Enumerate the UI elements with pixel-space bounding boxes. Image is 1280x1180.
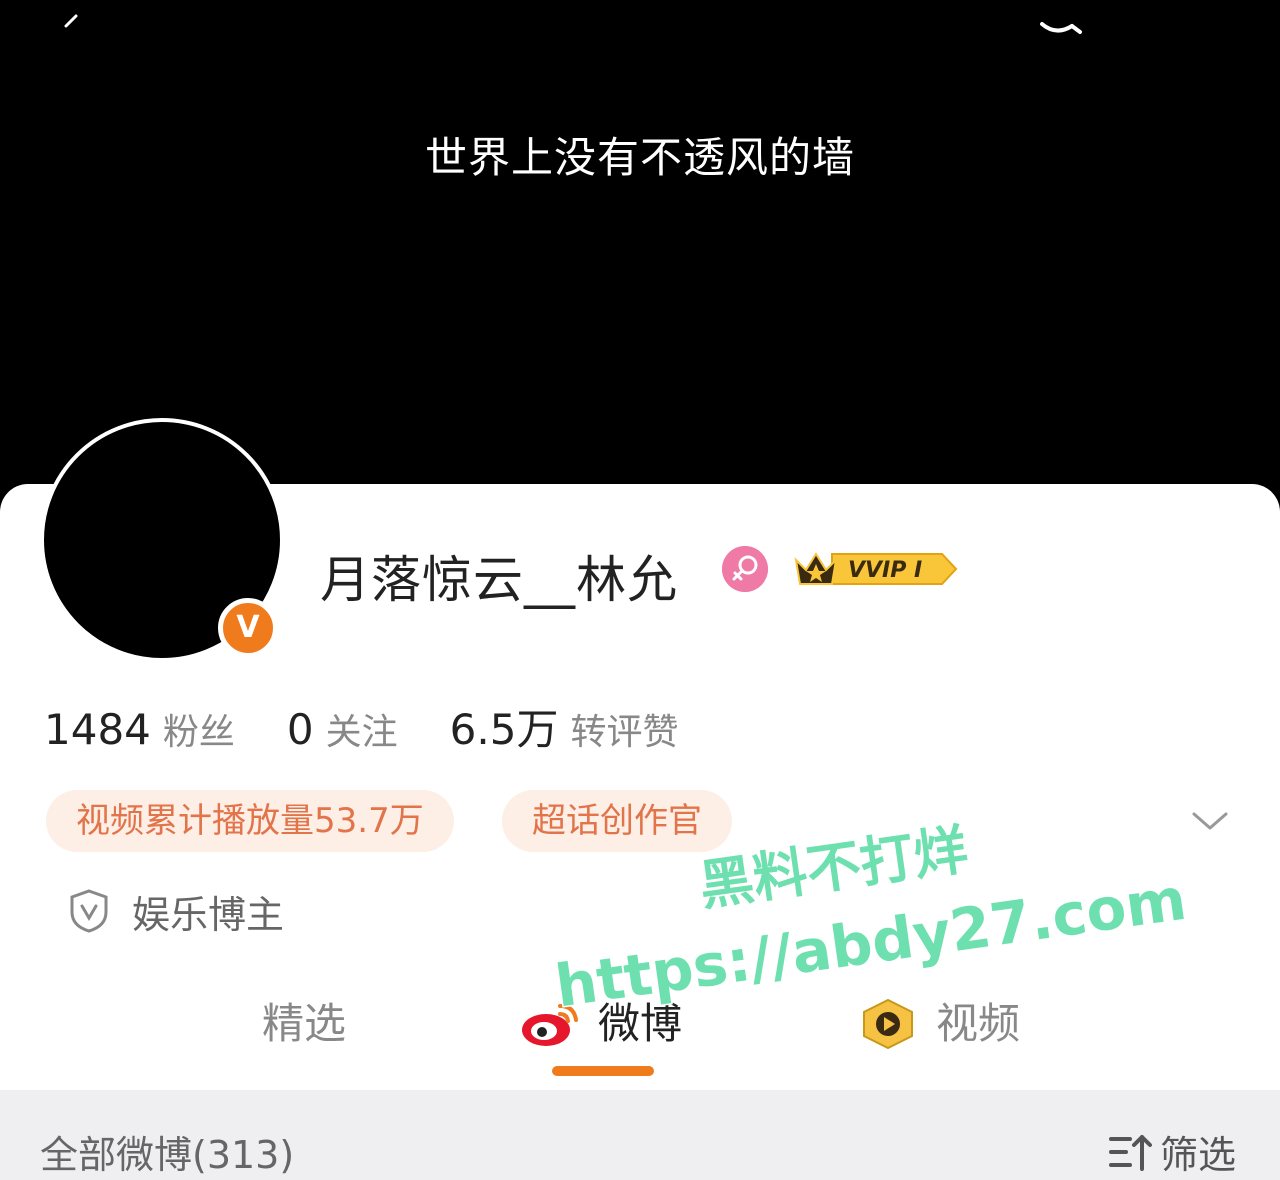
filter-label: 筛选 [1160,1133,1237,1177]
shield-icon [70,889,108,933]
tab-weibo-label: 微博 [598,999,683,1048]
category-label: 娱乐博主 [132,893,285,937]
supertopic-creator-tag[interactable]: 超话创作官 [502,790,732,852]
search-icon[interactable] [1036,6,1086,36]
following-label[interactable]: 关注 [326,703,398,755]
gender-female-icon [722,546,768,592]
stats-row: 1484 粉丝 0 关注 6.5万 转评赞 [44,696,730,755]
filter-button[interactable]: 筛选 [1108,1124,1236,1179]
back-icon[interactable] [58,14,82,38]
chevron-down-icon[interactable] [1188,806,1232,836]
filter-icon [1109,1134,1152,1171]
weibo-logo-icon [522,1004,578,1046]
interactions-count: 6.5万 [449,705,559,754]
tab-video[interactable]: 视频 [858,996,1020,1052]
video-icon [863,998,913,1050]
tab-video-label: 视频 [936,999,1021,1048]
vvip-label: VVIP I [848,558,922,583]
video-plays-tag[interactable]: 视频累计播放量53.7万 [46,790,454,852]
interactions-label: 转评赞 [570,712,679,753]
tab-featured[interactable]: 精选 [262,996,346,1052]
verified-icon: V [218,598,278,658]
followers-label[interactable]: 粉丝 [163,703,235,755]
banner-text: 世界上没有不透风的墙 [424,133,855,182]
feed-title: 全部微博(313) [40,1133,295,1177]
tab-weibo[interactable]: 微博 [520,996,682,1052]
vvip-badge[interactable]: VVIP I [792,546,960,592]
username: 月落惊云__林允 [320,551,678,609]
followers-count[interactable]: 1484 [44,705,151,754]
active-tab-indicator [552,1066,654,1076]
vvip-crown-icon: VVIP I [794,552,958,585]
following-count[interactable]: 0 [287,705,314,754]
